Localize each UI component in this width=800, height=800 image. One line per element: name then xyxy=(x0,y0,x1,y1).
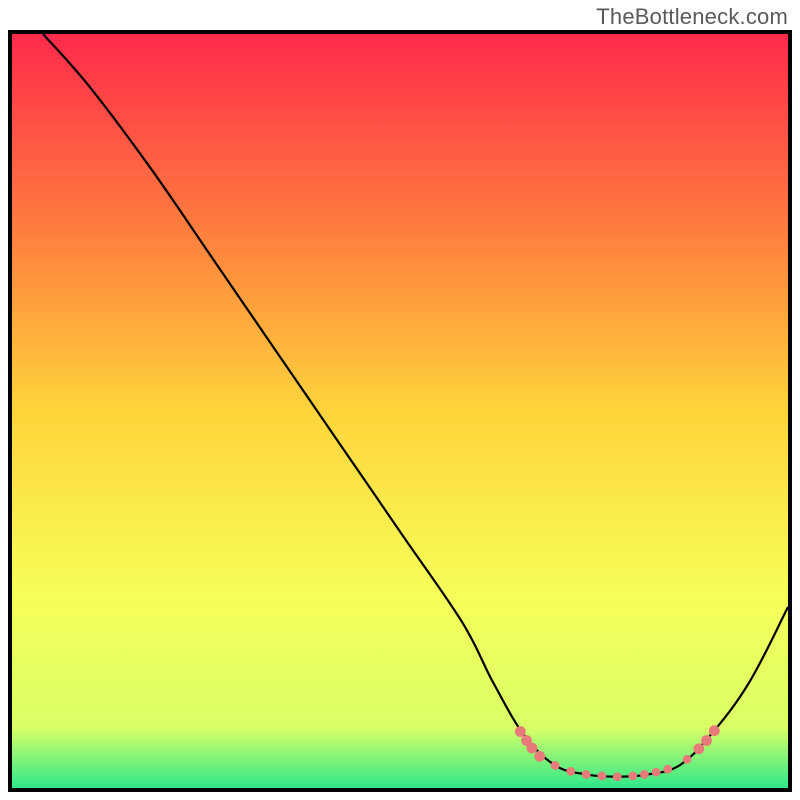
watermark-text: TheBottleneck.com xyxy=(596,4,788,30)
minimum-dot xyxy=(597,772,606,781)
minimum-dot xyxy=(566,767,575,776)
minimum-dot xyxy=(693,743,704,754)
minimum-dot xyxy=(551,761,560,770)
minimum-dot xyxy=(652,768,661,777)
minimum-dot xyxy=(534,751,545,762)
minimum-dot xyxy=(613,772,622,781)
minimum-dot xyxy=(683,755,692,764)
curve-layer xyxy=(12,34,788,788)
minimum-dot xyxy=(701,735,712,746)
bottleneck-curve xyxy=(43,34,788,777)
minimum-dot xyxy=(628,772,637,781)
plot-area xyxy=(12,34,788,788)
chart-frame xyxy=(8,30,792,792)
minimum-dot xyxy=(640,770,649,779)
minimum-dot xyxy=(527,743,538,754)
minimum-dots-group xyxy=(515,725,720,781)
minimum-dot xyxy=(582,770,591,779)
minimum-dot xyxy=(515,726,526,737)
minimum-dot xyxy=(709,725,720,736)
minimum-dot xyxy=(663,765,672,774)
